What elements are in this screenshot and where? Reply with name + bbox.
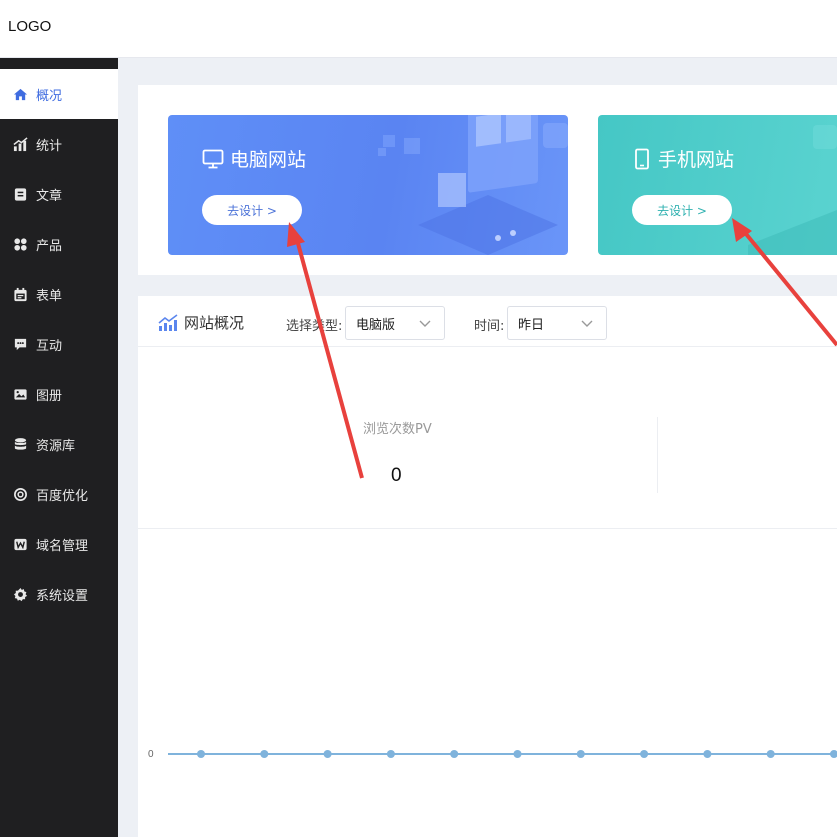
sidebar-item-label: 互动 (36, 338, 63, 354)
stats-row: 浏览次数PV 0 (138, 347, 837, 529)
mobile-site-title: 手机网站 (632, 145, 734, 172)
decoration-illustration (748, 125, 837, 255)
pc-site-title-text: 电脑网站 (230, 149, 307, 171)
sidebar-item-label: 统计 (36, 138, 63, 154)
sidebar-item-domain[interactable]: 域名管理 (0, 519, 118, 569)
sidebar-item-label: 资源库 (36, 438, 76, 454)
time-label: 时间: (474, 319, 505, 334)
data-point[interactable] (197, 750, 205, 758)
pv-label: 浏览次数PV (363, 422, 432, 437)
data-point[interactable] (830, 750, 837, 758)
traffic-chart: 0 (138, 530, 837, 837)
home-icon (12, 86, 28, 102)
data-point[interactable] (513, 750, 522, 758)
sidebar-item-settings[interactable]: 系统设置 (0, 569, 118, 619)
pc-site-title: 电脑网站 (202, 145, 306, 172)
stat-divider (657, 417, 658, 493)
data-point[interactable] (450, 750, 459, 758)
data-point[interactable] (323, 750, 332, 758)
sidebar-item-label: 产品 (36, 238, 63, 254)
data-point[interactable] (386, 750, 395, 758)
data-point[interactable] (640, 750, 649, 758)
sidebar: 概况 统计 文章 产品 表单 互动 图册 资源库 百度优化 域名管理 系统设置 (0, 58, 118, 837)
stats-icon (12, 136, 28, 152)
trend-chart-icon (158, 313, 178, 331)
sidebar-item-label: 图册 (36, 388, 63, 404)
sidebar-item-label: 百度优化 (36, 488, 89, 504)
type-label: 选择类型: (286, 319, 343, 334)
sidebar-item-label: 系统设置 (36, 588, 89, 604)
sidebar-item-label: 概况 (36, 88, 63, 104)
data-point[interactable] (260, 750, 269, 758)
time-select[interactable]: 昨日 (507, 306, 607, 340)
sidebar-item-interaction[interactable]: 互动 (0, 319, 118, 369)
sidebar-item-label: 域名管理 (36, 538, 89, 554)
sidebar-item-product[interactable]: 产品 (0, 219, 118, 269)
gear-icon (12, 586, 28, 602)
calendar-icon (12, 286, 28, 302)
mobile-design-button[interactable]: 去设计 > (632, 195, 732, 225)
sidebar-item-article[interactable]: 文章 (0, 169, 118, 219)
pv-value: 0 (391, 465, 402, 486)
overview-title: 网站概况 (158, 312, 244, 333)
type-select-value: 电脑版 (356, 317, 396, 333)
time-select-value: 昨日 (518, 317, 545, 333)
chevron-down-icon (581, 320, 593, 327)
sidebar-item-resources[interactable]: 资源库 (0, 419, 118, 469)
target-icon (12, 486, 28, 502)
data-point[interactable] (703, 750, 712, 758)
pc-site-card[interactable]: 电脑网站 去设计 > (168, 115, 568, 255)
chevron-down-icon (419, 320, 431, 327)
logo[interactable]: LOGO (8, 18, 51, 35)
sidebar-item-label: 文章 (36, 188, 63, 204)
sidebar-item-overview[interactable]: 概况 (0, 69, 118, 119)
decoration-illustration (378, 115, 568, 255)
sidebar-item-stats[interactable]: 统计 (0, 119, 118, 169)
traffic-chart-svg: 0 (148, 749, 837, 760)
phone-icon (635, 148, 649, 169)
mobile-site-title-text: 手机网站 (658, 149, 735, 171)
overview-toolbar: 网站概况 选择类型: 电脑版 时间: 昨日 (138, 296, 837, 347)
site-overview-panel: 网站概况 选择类型: 电脑版 时间: 昨日 浏览次数PV 0 0 (138, 296, 837, 837)
mobile-site-card[interactable]: 手机网站 去设计 > (598, 115, 837, 255)
sidebar-item-form[interactable]: 表单 (0, 269, 118, 319)
article-icon (12, 186, 28, 202)
overview-title-text: 网站概况 (184, 314, 245, 332)
top-header: LOGO (0, 0, 837, 58)
domain-icon (12, 536, 28, 552)
image-icon (12, 386, 28, 402)
grid-icon (12, 236, 28, 252)
pc-design-button[interactable]: 去设计 > (202, 195, 302, 225)
sidebar-item-label: 表单 (36, 288, 63, 304)
data-point[interactable] (576, 750, 585, 758)
monitor-icon (202, 149, 224, 168)
data-point[interactable] (766, 750, 775, 758)
y-tick-label: 0 (148, 749, 154, 760)
type-select[interactable]: 电脑版 (345, 306, 445, 340)
chat-icon (12, 336, 28, 352)
sidebar-item-seo[interactable]: 百度优化 (0, 469, 118, 519)
sidebar-item-album[interactable]: 图册 (0, 369, 118, 419)
database-icon (12, 436, 28, 452)
